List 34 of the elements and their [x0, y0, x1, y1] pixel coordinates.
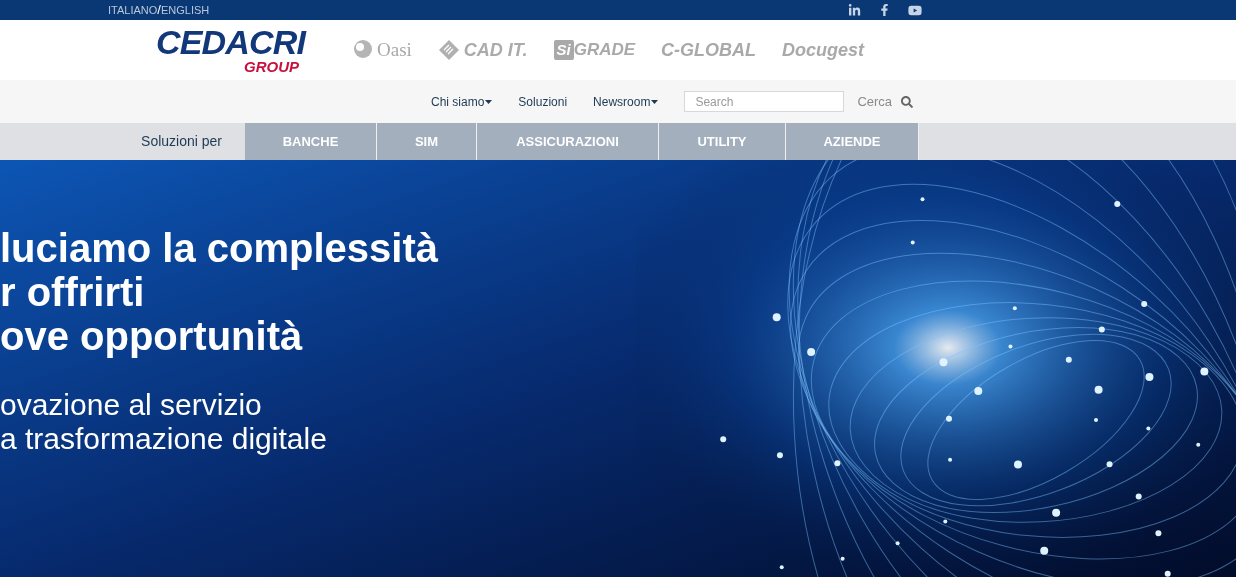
cedacri-logo[interactable]: CEDACRI GROUP: [111, 25, 309, 75]
facebook-icon[interactable]: [879, 4, 890, 16]
search-icon[interactable]: [901, 95, 914, 108]
partner-logo[interactable]: CAD IT.: [463, 36, 528, 64]
nav-link[interactable]: Soluzioni: [518, 92, 568, 111]
solutions-label: Soluzioni per: [140, 132, 223, 151]
logo-badge: Si: [553, 40, 574, 60]
nav-link[interactable]: Newsroom: [593, 92, 659, 111]
caret-icon: [651, 99, 659, 104]
solutions-tab[interactable]: BANCHE: [245, 123, 377, 160]
partner-logo[interactable]: GRADE: [573, 37, 636, 63]
hero-headline: luciamo la complessità: [0, 226, 439, 270]
linkedin-icon[interactable]: [848, 3, 861, 17]
solutions-tab[interactable]: AZIENDE: [786, 123, 919, 160]
language-link[interactable]: ENGLISH: [160, 1, 210, 19]
partner-logo[interactable]: Oasi: [377, 35, 412, 65]
language-separator: /: [157, 1, 161, 20]
youtube-icon[interactable]: [908, 3, 922, 17]
hero-subline: a trasformazione digitale: [0, 422, 328, 456]
hero-headline: r offrirti: [0, 270, 146, 314]
search-field[interactable]: Search: [684, 91, 845, 112]
search-button[interactable]: Cerca: [857, 91, 893, 112]
language-link[interactable]: ITALIANO: [108, 1, 158, 19]
diamond-icon: [437, 39, 460, 61]
nav-link[interactable]: Chi siamo: [431, 92, 493, 111]
solutions-tab[interactable]: UTILITY: [659, 123, 786, 160]
partner-logo[interactable]: Docugest: [782, 36, 865, 64]
partner-logo[interactable]: C-GLOBAL: [661, 36, 757, 64]
hero-subline: ovazione al servizio: [0, 388, 263, 422]
solutions-tab[interactable]: SIM: [377, 123, 477, 160]
sphere-icon: [353, 39, 373, 61]
solutions-tab[interactable]: ASSICURAZIONI: [477, 123, 659, 160]
caret-icon: [485, 99, 493, 104]
hero-headline: ove opportunità: [0, 314, 304, 358]
